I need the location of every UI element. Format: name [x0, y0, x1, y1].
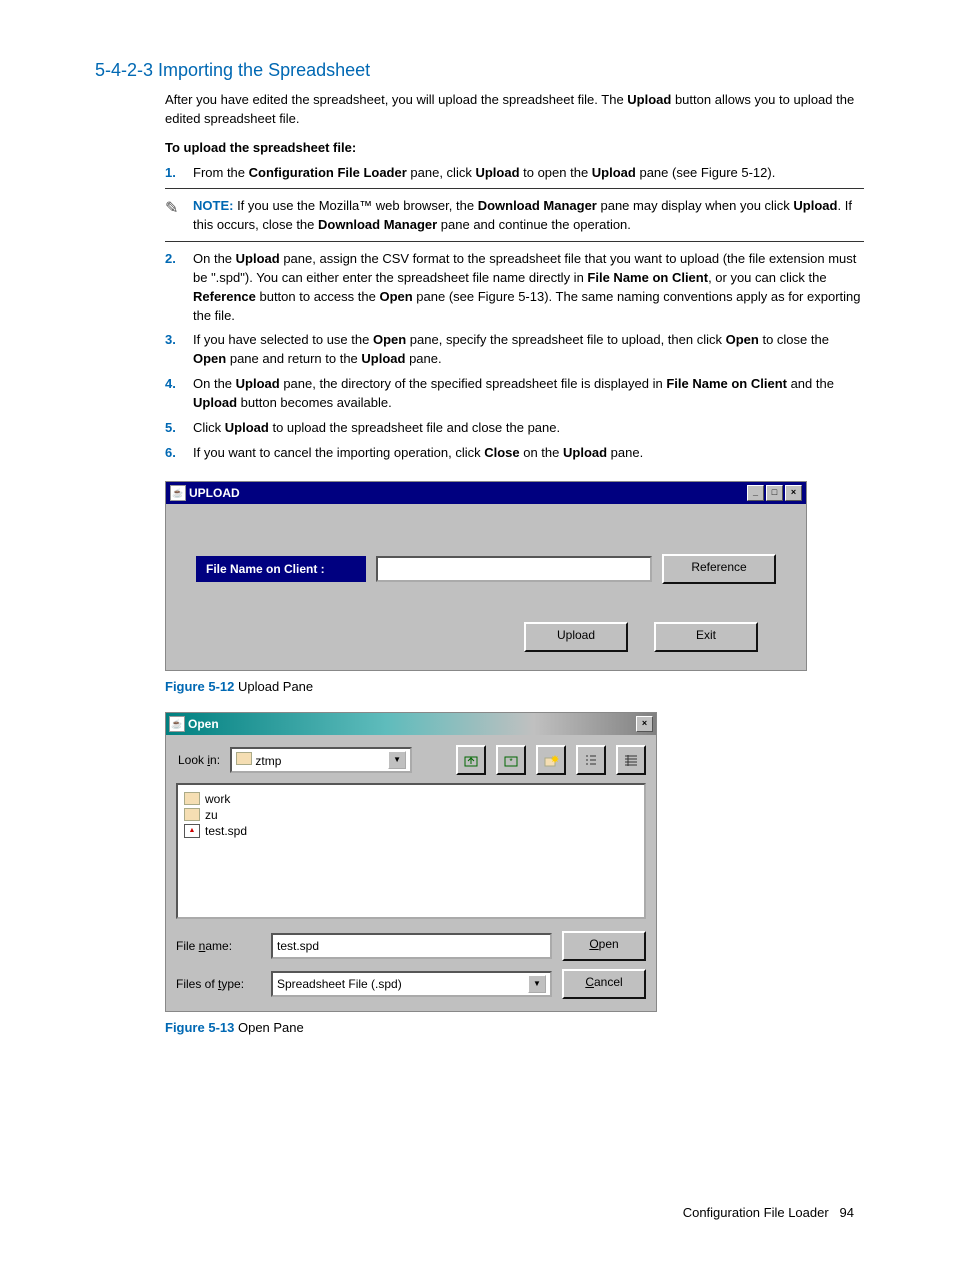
file-name-on-client-label: File Name on Client :: [196, 556, 366, 582]
details-view-button[interactable]: [616, 745, 646, 775]
close-button[interactable]: ×: [785, 485, 802, 501]
exit-button[interactable]: Exit: [654, 622, 758, 652]
list-view-button[interactable]: [576, 745, 606, 775]
step-4: 4. On the Upload pane, the directory of …: [165, 375, 864, 413]
cancel-button[interactable]: Cancel: [562, 969, 646, 999]
upload-title-text: UPLOAD: [189, 486, 240, 500]
files-of-type-label: Files of type:: [176, 977, 261, 991]
open-button[interactable]: Open: [562, 931, 646, 961]
up-one-level-button[interactable]: [456, 745, 486, 775]
open-dialog: ☕ Open × Look in: ztmp ▼ * work: [165, 712, 657, 1012]
file-icon: ▲: [184, 824, 200, 838]
java-cup-icon: ☕: [169, 716, 185, 732]
figure-5-12-caption: Figure 5-12 Upload Pane: [165, 679, 864, 694]
java-cup-icon: ☕: [170, 485, 186, 501]
note-icon: ✎: [165, 197, 193, 220]
open-titlebar: ☕ Open ×: [166, 713, 656, 735]
look-in-dropdown[interactable]: ztmp ▼: [230, 747, 412, 773]
folder-item[interactable]: work: [184, 791, 638, 807]
upload-dialog: ☕ UPLOAD _ □ × File Name on Client : Ref…: [165, 481, 807, 671]
maximize-button[interactable]: □: [766, 485, 783, 501]
chevron-down-icon: ▼: [388, 751, 406, 769]
step-2: 2. On the Upload pane, assign the CSV fo…: [165, 250, 864, 325]
figure-5-13-caption: Figure 5-13 Open Pane: [165, 1020, 864, 1035]
reference-button[interactable]: Reference: [662, 554, 776, 584]
home-button[interactable]: *: [496, 745, 526, 775]
step-6: 6. If you want to cancel the importing o…: [165, 444, 864, 463]
open-title-text: Open: [188, 717, 219, 731]
file-list-area[interactable]: work zu ▲test.spd: [176, 783, 646, 919]
intro-paragraph: After you have edited the spreadsheet, y…: [165, 91, 864, 129]
files-of-type-dropdown[interactable]: Spreadsheet File (.spd) ▼: [271, 971, 552, 997]
chevron-down-icon: ▼: [528, 975, 546, 993]
subheading: To upload the spreadsheet file:: [165, 139, 864, 158]
step-1: 1. From the Configuration File Loader pa…: [165, 164, 864, 183]
svg-text:*: *: [509, 757, 512, 766]
folder-icon: [184, 808, 200, 821]
section-heading: 5-4-2-3 Importing the Spreadsheet: [95, 60, 864, 81]
upload-button[interactable]: Upload: [524, 622, 628, 652]
note-block: ✎ NOTE: If you use the Mozilla™ web brow…: [165, 197, 864, 235]
separator-top: [165, 188, 864, 189]
file-name-on-client-input[interactable]: [376, 556, 652, 582]
file-item[interactable]: ▲test.spd: [184, 823, 638, 839]
folder-item[interactable]: zu: [184, 807, 638, 823]
upload-titlebar: ☕ UPLOAD _ □ ×: [166, 482, 806, 504]
separator-bottom: [165, 241, 864, 242]
step-5: 5. Click Upload to upload the spreadshee…: [165, 419, 864, 438]
minimize-button[interactable]: _: [747, 485, 764, 501]
page-footer: Configuration File Loader 94: [95, 1205, 864, 1220]
step-3: 3. If you have selected to use the Open …: [165, 331, 864, 369]
look-in-label: Look in:: [178, 753, 220, 767]
new-folder-button[interactable]: [536, 745, 566, 775]
folder-icon: [236, 752, 252, 765]
file-name-input[interactable]: test.spd: [271, 933, 552, 959]
folder-icon: [184, 792, 200, 805]
file-name-label: File name:: [176, 939, 261, 953]
close-button[interactable]: ×: [636, 716, 653, 732]
